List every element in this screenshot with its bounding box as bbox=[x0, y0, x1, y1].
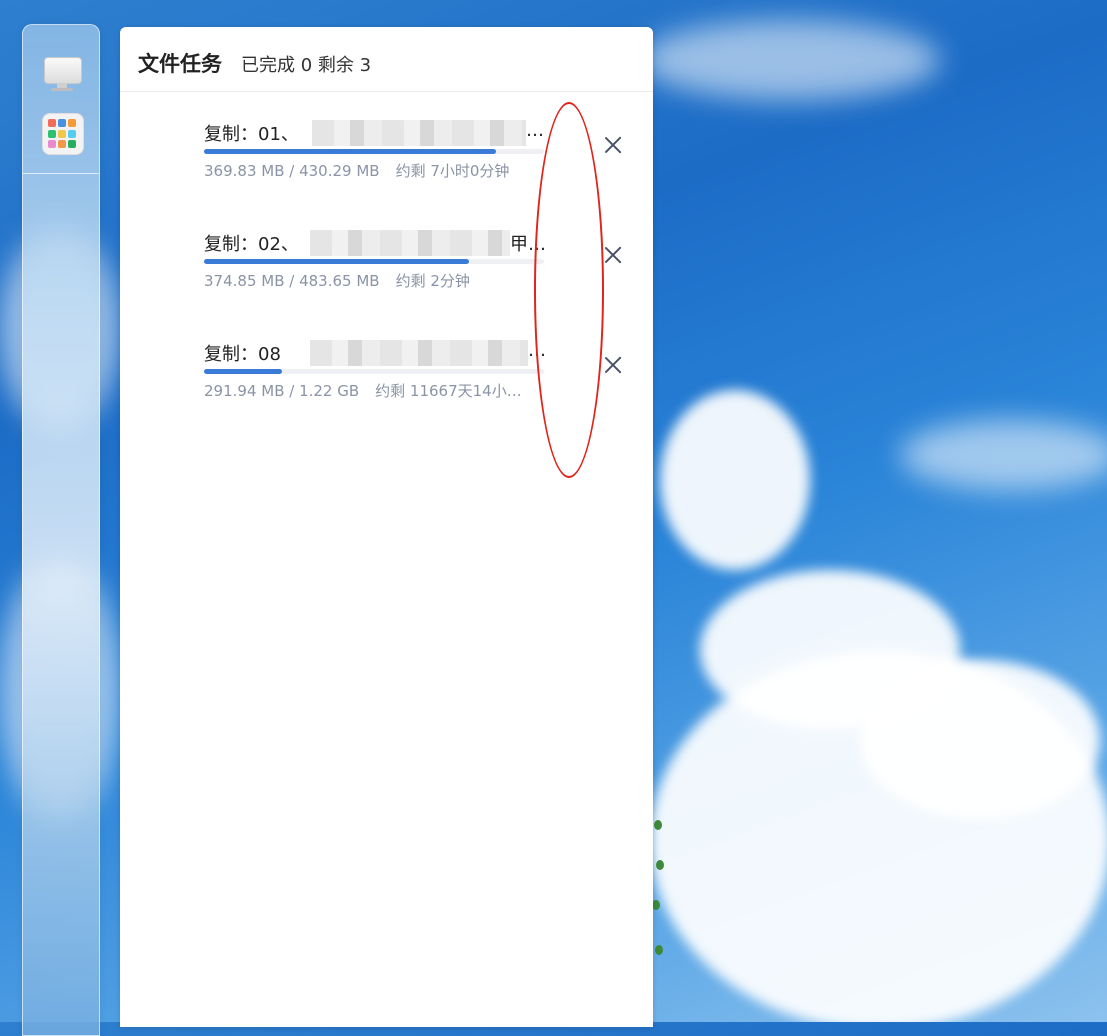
panel-header: 文件任务 已完成 0 剩余 3 bbox=[120, 27, 653, 92]
task-eta: 约剩 2分钟 bbox=[395, 272, 470, 290]
file-tasks-panel: 文件任务 已完成 0 剩余 3 复制：01、 … 369.83 MB / 430… bbox=[120, 27, 653, 1027]
progress-fill bbox=[204, 259, 470, 264]
redacted-filename bbox=[310, 340, 528, 366]
progress-fill bbox=[204, 149, 497, 154]
progress-fill bbox=[204, 369, 283, 374]
tree-foliage bbox=[652, 820, 666, 960]
task-eta: 约剩 7小时0分钟 bbox=[395, 162, 510, 180]
task-name-tail: … bbox=[526, 120, 544, 141]
progress-track bbox=[204, 259, 544, 264]
left-dock bbox=[22, 24, 100, 1036]
task-eta: 约剩 11667天14小… bbox=[375, 382, 522, 400]
task-item: 复制：01、 … 369.83 MB / 430.29 MB 约剩 7小时0分钟 bbox=[204, 120, 634, 200]
task-item: 复制：02、 甲… 374.85 MB / 483.65 MB 约剩 2分钟 bbox=[204, 230, 634, 310]
close-icon[interactable] bbox=[601, 133, 625, 157]
dock-divider bbox=[23, 173, 99, 174]
apps-icon[interactable] bbox=[42, 113, 84, 155]
task-size: 291.94 MB / 1.22 GB bbox=[204, 382, 360, 400]
redacted-filename bbox=[310, 230, 510, 256]
panel-title: 文件任务 bbox=[138, 52, 222, 76]
progress-track bbox=[204, 149, 544, 154]
task-name-tail: … bbox=[528, 340, 546, 361]
progress-track bbox=[204, 369, 544, 374]
close-icon[interactable] bbox=[601, 353, 625, 377]
task-name-tail: 甲… bbox=[510, 234, 546, 255]
task-meta: 374.85 MB / 483.65 MB 约剩 2分钟 bbox=[204, 270, 470, 291]
task-size: 369.83 MB / 430.29 MB bbox=[204, 162, 380, 180]
close-icon[interactable] bbox=[601, 243, 625, 267]
task-meta: 369.83 MB / 430.29 MB 约剩 7小时0分钟 bbox=[204, 160, 509, 181]
task-meta: 291.94 MB / 1.22 GB 约剩 11667天14小… bbox=[204, 380, 522, 401]
task-summary: 已完成 0 剩余 3 bbox=[241, 55, 372, 76]
task-size: 374.85 MB / 483.65 MB bbox=[204, 272, 380, 290]
redacted-filename bbox=[312, 120, 526, 146]
task-item: 复制：08 … 291.94 MB / 1.22 GB 约剩 11667天14小… bbox=[204, 340, 634, 420]
monitor-icon[interactable] bbox=[42, 53, 82, 93]
